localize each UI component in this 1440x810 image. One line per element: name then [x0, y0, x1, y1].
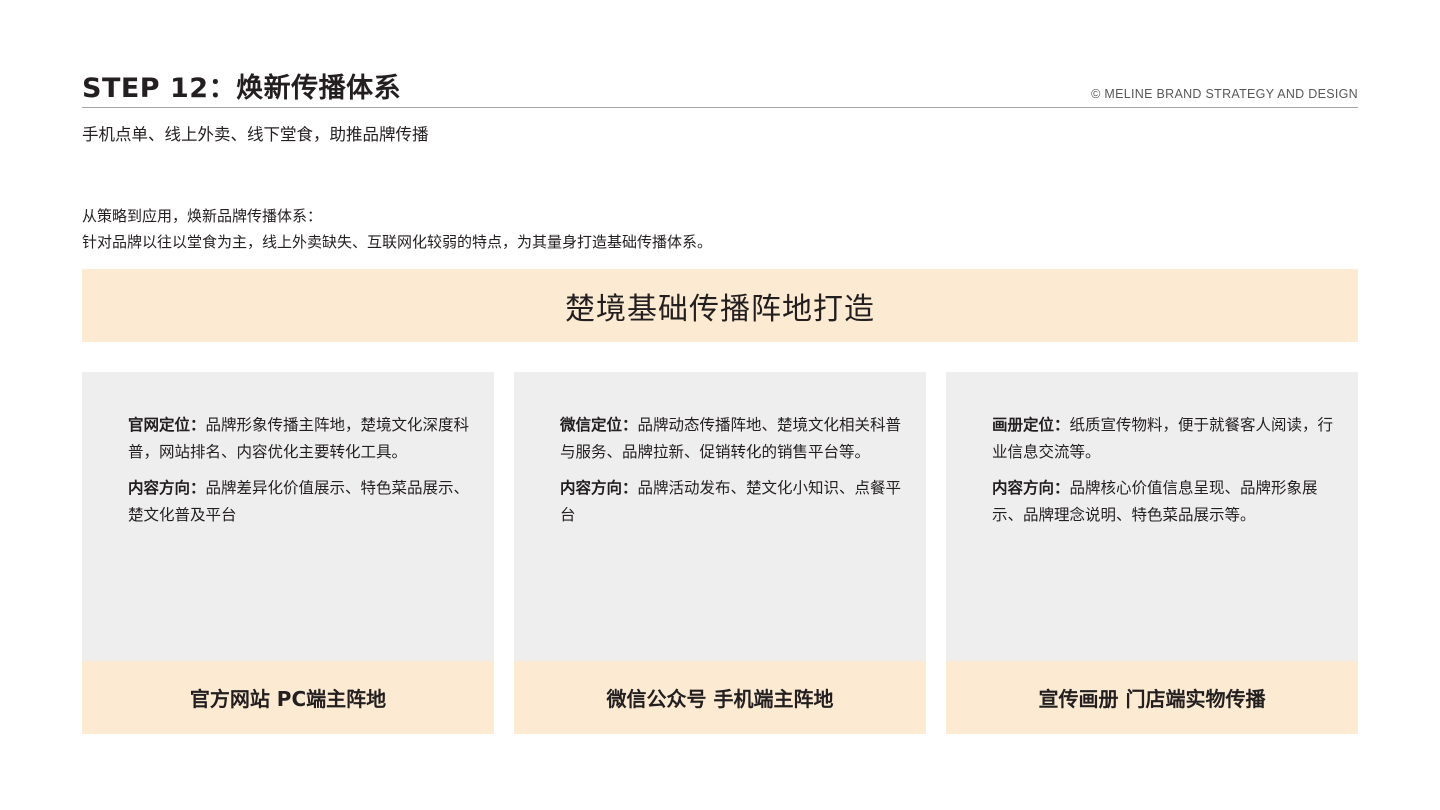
page-title: STEP 12：焕新传播体系: [82, 73, 402, 104]
card-label: 内容方向：: [128, 479, 206, 497]
card-content-direction: 内容方向：品牌差异化价值展示、特色菜品展示、楚文化普及平台: [128, 475, 474, 529]
card-positioning: 画册定位：纸质宣传物料，便于就餐客人阅读，行业信息交流等。: [992, 412, 1338, 466]
card-footer: 官方网站 PC端主阵地: [82, 661, 494, 734]
card-content-direction: 内容方向：品牌活动发布、楚文化小知识、点餐平台: [560, 475, 906, 529]
header-divider: [82, 107, 1358, 108]
card-footer: 微信公众号 手机端主阵地: [514, 661, 926, 734]
intro-line-2: 针对品牌以往以堂食为主，线上外卖缺失、互联网化较弱的特点，为其量身打造基础传播体…: [82, 233, 713, 251]
page-subtitle: 手机点单、线上外卖、线下堂食，助推品牌传播: [82, 125, 429, 144]
card-footer-text: 官方网站 PC端主阵地: [189, 687, 387, 711]
card-wechat: 微信定位：品牌动态传播阵地、楚境文化相关科普与服务、品牌拉新、促销转化的销售平台…: [514, 372, 926, 734]
card-label: 内容方向：: [992, 479, 1070, 497]
section-banner-text: 楚境基础传播阵地打造: [565, 291, 875, 327]
card-footer-text: 微信公众号 手机端主阵地: [606, 687, 834, 711]
card-brochure: 画册定位：纸质宣传物料，便于就餐客人阅读，行业信息交流等。 内容方向：品牌核心价…: [946, 372, 1358, 734]
copyright-notice: © MELINE BRAND STRATEGY AND DESIGN: [1091, 87, 1358, 101]
card-positioning: 官网定位：品牌形象传播主阵地，楚境文化深度科普，网站排名、内容优化主要转化工具。: [128, 412, 474, 466]
intro-text: 从策略到应用，焕新品牌传播体系： 针对品牌以往以堂食为主，线上外卖缺失、互联网化…: [82, 203, 712, 255]
card-website: 官网定位：品牌形象传播主阵地，楚境文化深度科普，网站排名、内容优化主要转化工具。…: [82, 372, 494, 734]
card-body: 微信定位：品牌动态传播阵地、楚境文化相关科普与服务、品牌拉新、促销转化的销售平台…: [560, 412, 906, 538]
card-body: 画册定位：纸质宣传物料，便于就餐客人阅读，行业信息交流等。 内容方向：品牌核心价…: [992, 412, 1338, 538]
card-body: 官网定位：品牌形象传播主阵地，楚境文化深度科普，网站排名、内容优化主要转化工具。…: [128, 412, 474, 538]
card-label: 内容方向：: [560, 479, 638, 497]
intro-line-1: 从策略到应用，焕新品牌传播体系：: [82, 207, 323, 225]
card-footer: 宣传画册 门店端实物传播: [946, 661, 1358, 734]
card-content-direction: 内容方向：品牌核心价值信息呈现、品牌形象展示、品牌理念说明、特色菜品展示等。: [992, 475, 1338, 529]
section-banner: 楚境基础传播阵地打造: [82, 269, 1358, 342]
card-label: 官网定位：: [128, 416, 206, 434]
card-footer-text: 宣传画册 门店端实物传播: [1038, 687, 1266, 711]
card-label: 微信定位：: [560, 416, 638, 434]
card-label: 画册定位：: [992, 416, 1070, 434]
card-positioning: 微信定位：品牌动态传播阵地、楚境文化相关科普与服务、品牌拉新、促销转化的销售平台…: [560, 412, 906, 466]
